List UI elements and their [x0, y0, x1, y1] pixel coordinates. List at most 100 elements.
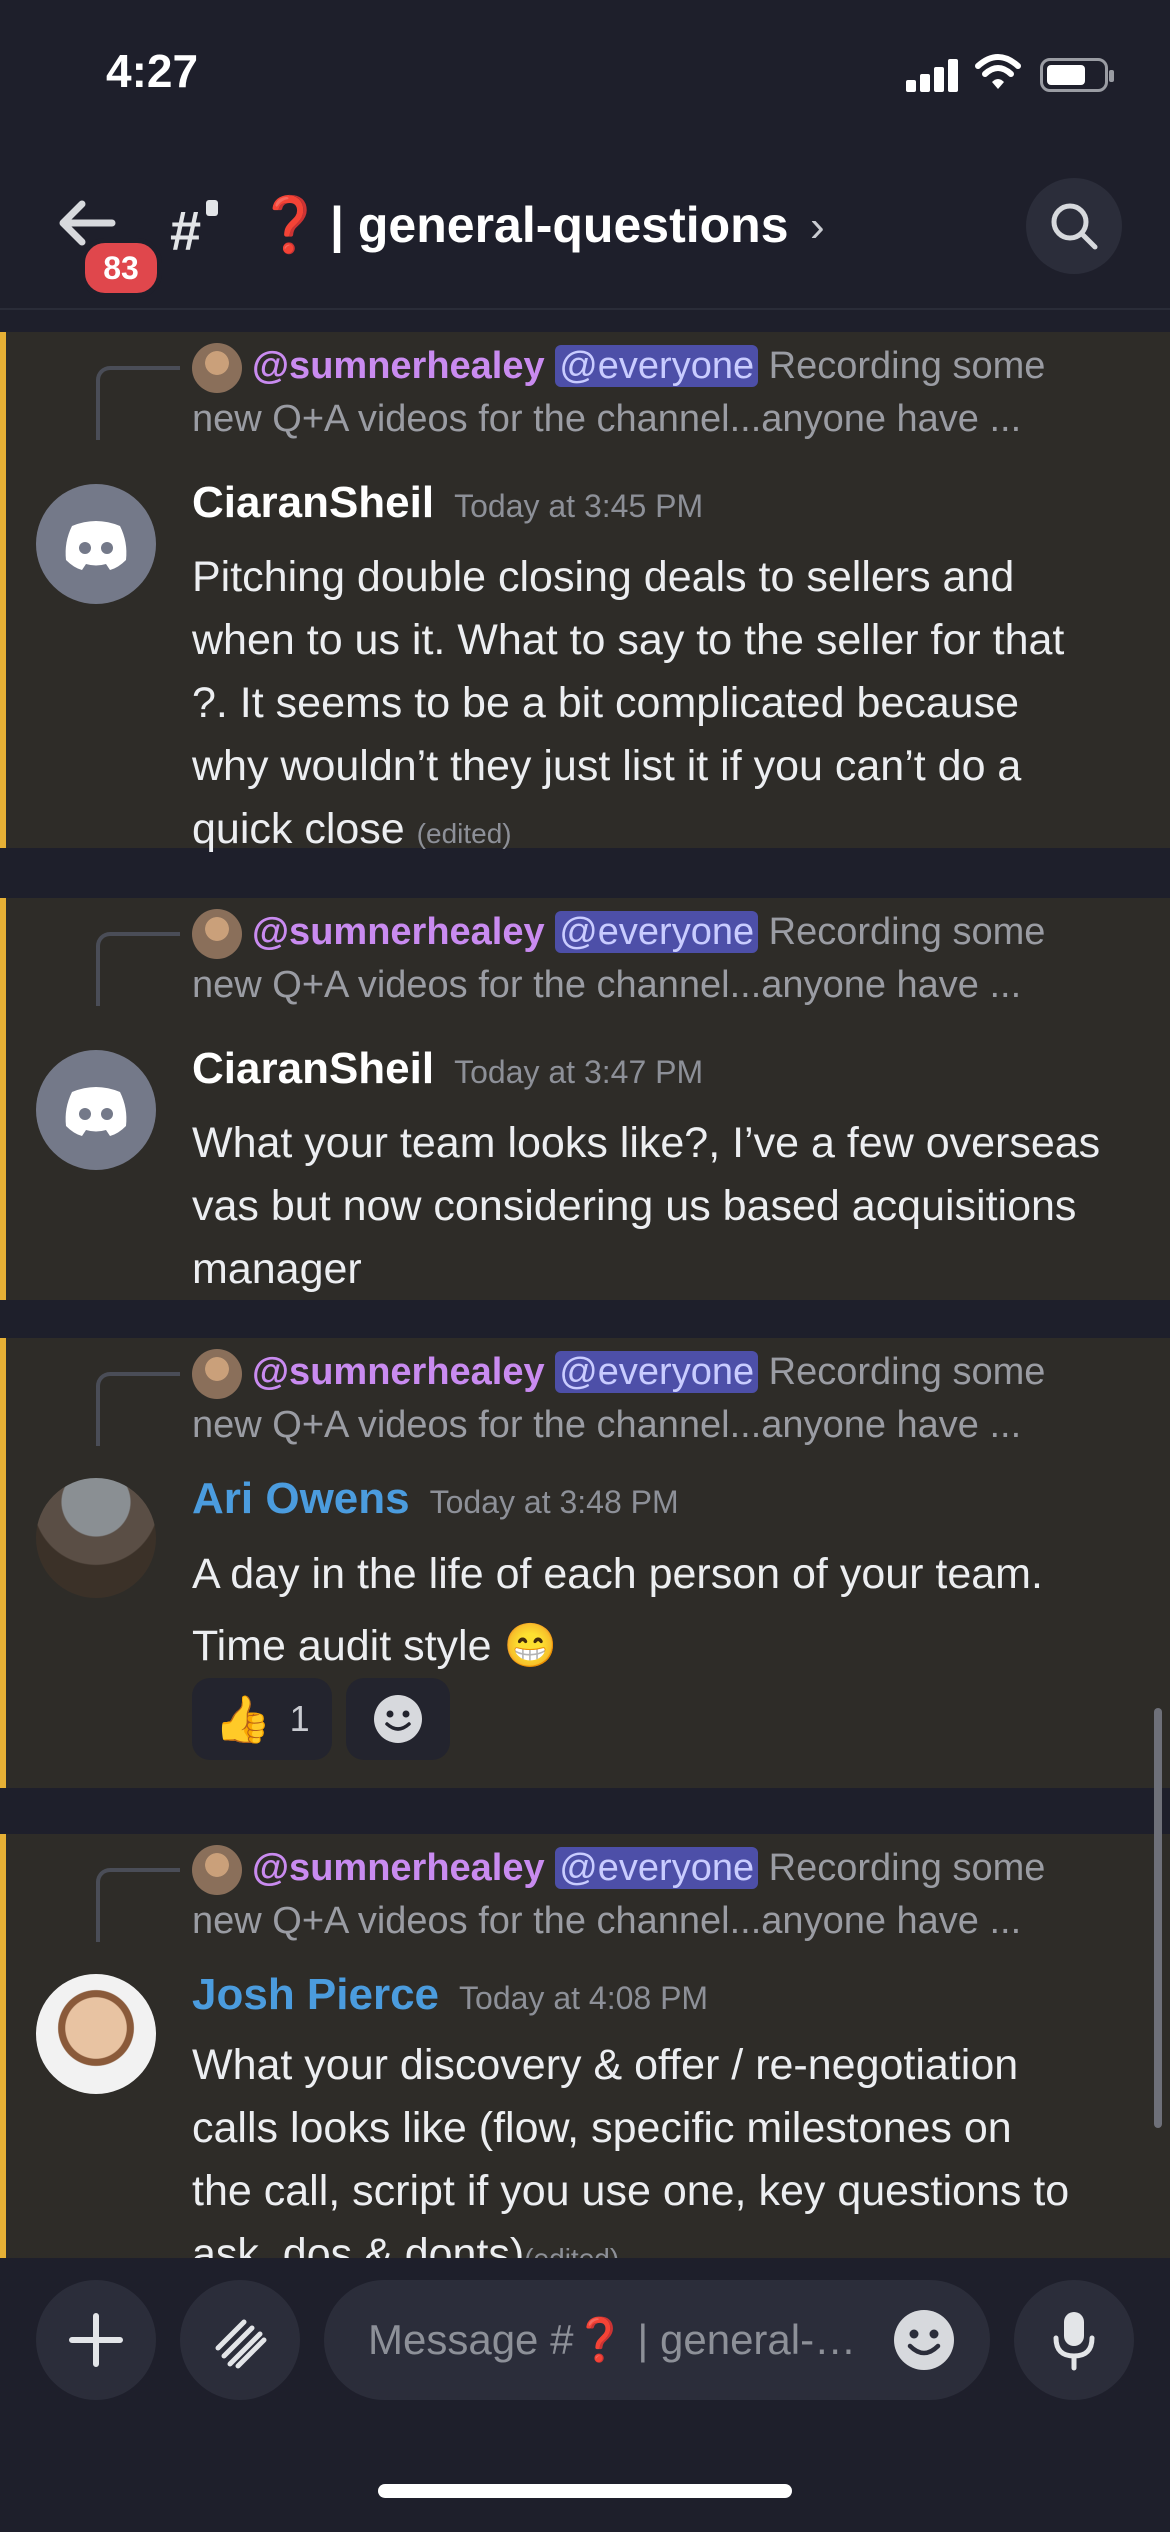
message-body: A day in the life of each person of your…: [192, 1538, 1140, 1682]
unread-badge: 83: [80, 238, 162, 298]
wifi-icon: [975, 54, 1021, 89]
reply-text-continued: new Q+A videos for the channel...anyone …: [192, 397, 1022, 440]
avatar[interactable]: [36, 1050, 156, 1170]
add-attachment-button[interactable]: [36, 2280, 156, 2400]
message-input[interactable]: Message #❓ | general-questions: [324, 2280, 990, 2400]
message-timestamp: Today at 3:45 PM: [454, 488, 704, 524]
message-timestamp: Today at 3:48 PM: [429, 1484, 679, 1520]
status-bar: 4:27: [0, 0, 1170, 150]
message-line: the call, script if you use one, key que…: [192, 2167, 1070, 2215]
message-placeholder: Message #❓ | general-questions: [368, 2316, 868, 2363]
author-name: CiaranSheil: [192, 1044, 435, 1093]
reply-text: Recording some: [768, 1351, 1046, 1393]
reply-connector: [96, 932, 180, 1006]
thread-dot: [206, 200, 218, 216]
message-body: What your discovery & offer / re-negotia…: [192, 2034, 1140, 2258]
reply-connector: [96, 366, 180, 440]
edited-label: (edited): [416, 818, 512, 849]
channel-emoji: ❓: [256, 195, 324, 255]
reaction-count: 1: [289, 1698, 310, 1739]
reply-author: @sumnerhealey: [252, 1847, 545, 1889]
message: @sumnerhealey @everyone Recording some n…: [0, 898, 1170, 1300]
reply-avatar: [192, 1348, 242, 1399]
reply-text-continued: new Q+A videos for the channel...anyone …: [192, 1899, 1022, 1942]
search-button[interactable]: [1026, 178, 1122, 274]
reply-text: Recording some: [768, 1847, 1046, 1889]
message: @sumnerhealey @everyone Recording some n…: [0, 1338, 1170, 1788]
reply-avatar: [192, 1844, 242, 1895]
message-timestamp: Today at 3:47 PM: [454, 1054, 704, 1090]
message: @sumnerhealey @everyone Recording some n…: [0, 332, 1170, 853]
emoji-icon[interactable]: [892, 2308, 956, 2372]
status-time: 4:27: [106, 45, 199, 97]
voice-message-button[interactable]: [1014, 2280, 1134, 2400]
reaction-thumbs-up[interactable]: 👍 1: [192, 1678, 332, 1760]
message-timestamp: Today at 4:08 PM: [459, 1980, 709, 2016]
discord-logo-icon: [65, 1087, 127, 1136]
reply-avatar: [192, 908, 242, 959]
message-line: A day in the life of each person of your…: [192, 1550, 1043, 1598]
cellular-signal-icon: [906, 58, 958, 92]
microphone-icon: [1053, 2312, 1095, 2371]
edited-label: (edited): [524, 2243, 619, 2258]
message-line: What your team looks like?, I’ve a few o…: [192, 1119, 1101, 1167]
reply-text-continued: new Q+A videos for the channel...anyone …: [192, 963, 1022, 1006]
avatar[interactable]: [36, 1974, 156, 2094]
message-composer: Message #❓ | general-questions: [0, 2258, 1170, 2532]
plus-icon: [69, 2313, 123, 2367]
message-line: What your discovery & offer / re-negotia…: [192, 2041, 1019, 2089]
avatar[interactable]: [36, 1478, 156, 1598]
mention-everyone: @everyone: [555, 345, 759, 387]
reply-text: Recording some: [768, 345, 1046, 387]
message-author[interactable]: Josh Pierce Today at 4:08 PM: [192, 1970, 708, 2020]
hash-icon: #: [170, 199, 202, 262]
scrollbar-thumb[interactable]: [1154, 1708, 1162, 2128]
mention-everyone: @everyone: [555, 911, 759, 953]
message: @sumnerhealey @everyone Recording some n…: [0, 1834, 1170, 2258]
avatar[interactable]: [36, 484, 156, 604]
apps-button[interactable]: [180, 2280, 300, 2400]
message-author[interactable]: Ari Owens Today at 3:48 PM: [192, 1474, 679, 1524]
chevron-right-icon[interactable]: ›: [810, 202, 825, 252]
message-line: ?. It seems to be a bit complicated beca…: [192, 679, 1020, 727]
mention-everyone: @everyone: [555, 1351, 759, 1393]
reply-preview[interactable]: @sumnerhealey @everyone Recording some n…: [192, 906, 1150, 1011]
message-line: vas but now considering us based acquisi…: [192, 1182, 1077, 1230]
apps-icon: [215, 2319, 267, 2369]
reply-preview[interactable]: @sumnerhealey @everyone Recording some n…: [192, 1842, 1150, 1947]
reply-avatar: [192, 342, 242, 393]
message-body: Pitching double closing deals to sellers…: [192, 546, 1140, 865]
reply-author: @sumnerhealey: [252, 345, 545, 387]
message-author[interactable]: CiaranSheil Today at 3:45 PM: [192, 478, 703, 528]
message-line: when to us it. What to say to the seller…: [192, 616, 1065, 664]
message-line: manager: [192, 1245, 362, 1293]
mention-everyone: @everyone: [555, 1847, 759, 1889]
author-name: Ari Owens: [192, 1474, 410, 1523]
reply-preview[interactable]: @sumnerhealey @everyone Recording some n…: [192, 1346, 1150, 1451]
thumbs-up-icon: 👍: [214, 1692, 272, 1745]
battery-icon: [1040, 58, 1114, 92]
message-line: Pitching double closing deals to sellers…: [192, 553, 1015, 601]
message-line: quick close: [192, 805, 405, 853]
message-body: What your team looks like?, I’ve a few o…: [192, 1112, 1140, 1301]
search-icon: [1051, 203, 1098, 250]
home-indicator[interactable]: [378, 2484, 792, 2498]
reply-author: @sumnerhealey: [252, 1351, 545, 1393]
reply-connector: [96, 1372, 180, 1446]
reply-preview[interactable]: @sumnerhealey @everyone Recording some n…: [192, 340, 1150, 445]
message-author[interactable]: CiaranSheil Today at 3:47 PM: [192, 1044, 703, 1094]
message-line: ask, dos & donts): [192, 2230, 525, 2258]
message-line: Time audit style 😁: [192, 1622, 557, 1670]
message-line: calls looks like (flow, specific milesto…: [192, 2104, 1012, 2152]
discord-logo-icon: [65, 521, 127, 570]
channel-header: 83 # ❓ | general-questions ›: [0, 150, 1170, 310]
reply-text: Recording some: [768, 911, 1046, 953]
reply-author: @sumnerhealey: [252, 911, 545, 953]
add-reaction-button[interactable]: [346, 1678, 450, 1760]
author-name: CiaranSheil: [192, 478, 435, 527]
message-list[interactable]: @sumnerhealey @everyone Recording some n…: [0, 310, 1170, 2258]
reply-connector: [96, 1868, 180, 1942]
add-reaction-icon: [374, 1695, 422, 1743]
reply-text-continued: new Q+A videos for the channel...anyone …: [192, 1403, 1022, 1446]
channel-name[interactable]: | general-questions: [330, 196, 789, 254]
